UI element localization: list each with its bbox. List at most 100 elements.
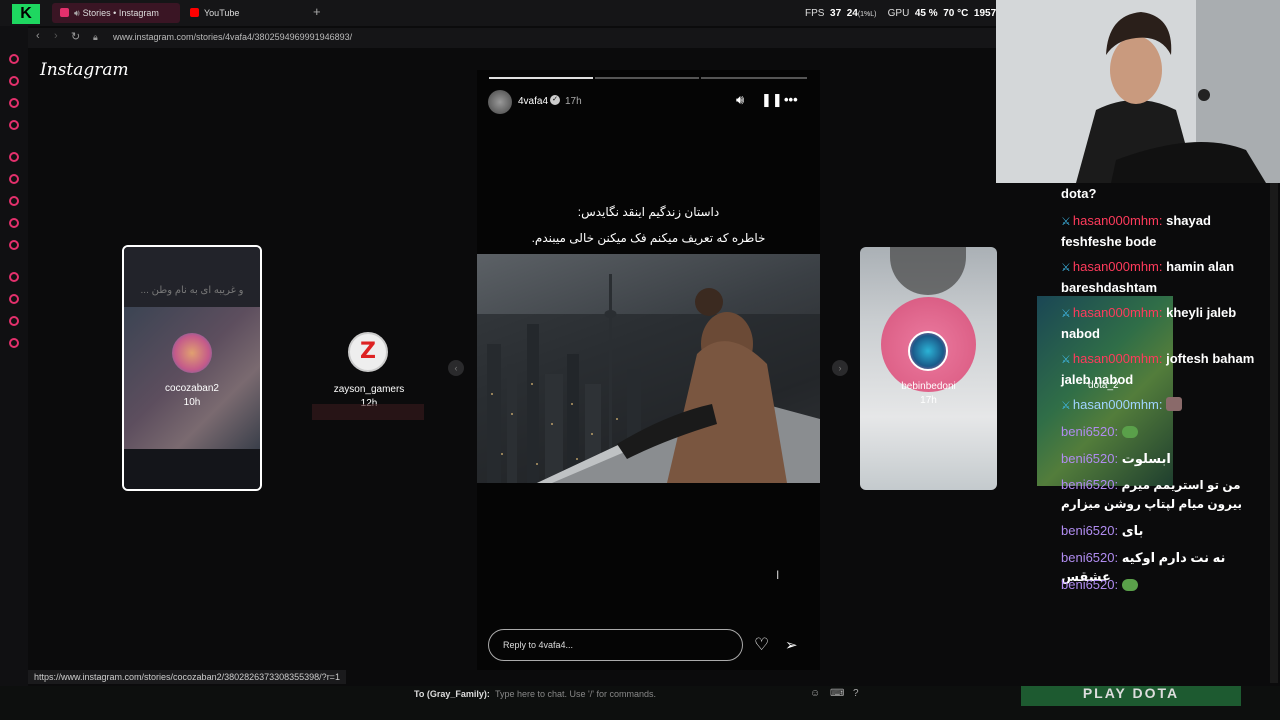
story-card-header xyxy=(124,247,260,307)
sword-icon: ⚔ xyxy=(1061,400,1071,412)
story-caption-line: داستان زندگیم اینقد نگایدس: xyxy=(577,205,720,219)
emoji-icon[interactable]: ☺ xyxy=(810,688,820,699)
forward-icon[interactable]: › xyxy=(54,30,58,42)
story-time: 10h xyxy=(183,397,201,408)
game-chat-input[interactable]: Type here to chat. Use '/' for commands. xyxy=(495,689,656,699)
story-username: cocozaban2 xyxy=(165,383,219,394)
story-caption-line: خاطره که تعریف میکنم فک میکنن خالی میبند… xyxy=(531,231,766,245)
speaker-icon: 🔊︎ xyxy=(74,8,80,18)
chat-message-text: dota? xyxy=(1061,186,1097,201)
tab-label: YouTube xyxy=(204,8,240,18)
avatar xyxy=(908,331,948,371)
browser-tab-bar: K 🔊︎ Stories • Instagram YouTube + FPS 37… xyxy=(0,0,1000,26)
gpu-label: GPU xyxy=(887,8,910,19)
chat-message: ⚔ hasan000mhm: shayad feshfeshe bode xyxy=(1061,211,1266,251)
spotify-icon[interactable] xyxy=(9,272,19,282)
tab-label: Stories • Instagram xyxy=(82,8,159,18)
game-chat-target: To (Gray_Family): xyxy=(414,689,490,699)
chat-username[interactable]: hasan000mhm: xyxy=(1073,351,1163,366)
emote-icon xyxy=(1121,579,1138,591)
story-caption-bar xyxy=(312,404,424,420)
story-time: 17h xyxy=(920,395,937,406)
chat-message: ⚔ hasan000mhm: joftesh baham jaleb nabod xyxy=(1061,349,1266,389)
instagram-icon[interactable] xyxy=(9,218,19,228)
chat-message: ⚔ hasan000mhm: kheyli jaleb nabod xyxy=(1061,303,1266,343)
fps-value: 37 xyxy=(830,8,842,19)
reload-icon[interactable]: ↻ xyxy=(71,30,80,43)
chat-message-text: ابسلوت xyxy=(1121,451,1171,466)
sword-icon: ⚔ xyxy=(1061,354,1071,366)
youtube-icon xyxy=(190,8,199,17)
gpu-usage: 45 % xyxy=(914,8,938,19)
story-username: bebinbedoni xyxy=(901,381,956,392)
story-progress-segment xyxy=(701,77,807,79)
webcam-feed xyxy=(996,0,1280,183)
verified-badge-icon: ✓ xyxy=(550,95,560,105)
sidebar-icon[interactable] xyxy=(9,120,19,130)
url-field[interactable]: www.instagram.com/stories/4vafa4/3802594… xyxy=(113,32,352,42)
gpu-clock: 1957 xyxy=(973,8,997,19)
history-icon[interactable] xyxy=(9,294,19,304)
sword-icon: ⚔ xyxy=(1061,216,1071,228)
sidebar-icon[interactable] xyxy=(9,76,19,86)
whatsapp-icon[interactable] xyxy=(9,174,19,184)
chat-username[interactable]: beni6520: xyxy=(1061,577,1118,592)
chat-username[interactable]: hasan000mhm: xyxy=(1073,259,1163,274)
avatar xyxy=(172,333,212,373)
heart-icon[interactable]: ♡ xyxy=(754,635,769,655)
play-dota-button[interactable]: PLAY DOTA xyxy=(1021,686,1241,706)
story-progress-segment xyxy=(595,77,699,79)
discord-icon[interactable] xyxy=(9,240,19,250)
instagram-logo[interactable]: Instagram xyxy=(40,60,129,80)
story-username: zayson_gamers xyxy=(333,384,405,395)
instagram-icon xyxy=(60,8,69,17)
chat-message: ⚔ hasan000mhm: hamin alan bareshdashtam xyxy=(1061,257,1266,297)
avatar: Z xyxy=(348,332,388,372)
sword-icon: ⚔ xyxy=(1061,308,1071,320)
more-icon[interactable]: ••• xyxy=(784,92,798,107)
chat-username[interactable]: hasan000mhm: xyxy=(1073,305,1163,320)
status-url: https://www.instagram.com/stories/cocoza… xyxy=(28,670,346,684)
chat-message: beni6520: من تو استریمم میرم بیرون میام … xyxy=(1061,475,1266,514)
telegram-icon[interactable] xyxy=(9,196,19,206)
tab-instagram[interactable]: 🔊︎ Stories • Instagram xyxy=(52,3,180,23)
reply-input[interactable]: Reply to 4vafa4... xyxy=(488,629,743,661)
chat-username[interactable]: hasan000mhm: xyxy=(1073,213,1163,228)
emote-icon xyxy=(1121,426,1138,438)
story-preview-image xyxy=(890,247,966,295)
story-card-bebinbedoni[interactable]: bebinbedoni 17h xyxy=(860,247,997,490)
settings-icon[interactable] xyxy=(9,338,19,348)
chat-message-text: بای xyxy=(1121,523,1144,538)
tab-youtube[interactable]: YouTube xyxy=(182,3,302,23)
next-story-button[interactable]: › xyxy=(832,360,848,376)
chat-username[interactable]: beni6520: xyxy=(1061,477,1118,492)
keyboard-icon[interactable]: ⌨ xyxy=(830,688,844,699)
story-card-cocozaban2[interactable]: و غریبه ای به نام وطن ... cocozaban2 10h xyxy=(122,245,262,491)
previous-story-button[interactable]: ‹ xyxy=(448,360,464,376)
back-icon[interactable]: ‹ xyxy=(36,30,40,42)
chat-username[interactable]: hasan000mhm: xyxy=(1073,397,1163,412)
fps-low: 24 xyxy=(846,8,858,19)
chat-username[interactable]: beni6520: xyxy=(1061,550,1118,565)
twitch-icon[interactable] xyxy=(9,152,19,162)
story-progress-segment xyxy=(489,77,593,79)
sidebar-icon[interactable] xyxy=(9,316,19,326)
story-card-zayson_gamers[interactable]: Z zayson_gamers 12h xyxy=(300,300,438,430)
chat-username[interactable]: beni6520: xyxy=(1061,523,1118,538)
help-icon[interactable]: ? xyxy=(853,688,859,699)
active-story[interactable]: 4vafa4 ✓ 17h 🔊︎ ❚❚ ••• داستان زندگیم این… xyxy=(477,70,820,670)
sidebar-icon[interactable] xyxy=(9,98,19,108)
new-tab-button[interactable]: + xyxy=(313,4,321,19)
chat-message: ⚔ hasan000mhm: xyxy=(1061,395,1266,416)
chat-message: beni6520: بای xyxy=(1061,521,1266,540)
story-username[interactable]: 4vafa4 xyxy=(518,96,548,107)
speaker-icon[interactable]: 🔊︎ xyxy=(736,92,744,108)
performance-overlay: FPS 37 24(1%L) GPU 45 % 70 °C 1957 xyxy=(805,8,996,19)
sidebar-icon[interactable] xyxy=(9,54,19,64)
chat-scrollbar[interactable] xyxy=(1270,183,1278,683)
pause-icon[interactable]: ❚❚ xyxy=(761,92,783,108)
avatar[interactable] xyxy=(488,90,512,114)
chat-username[interactable]: beni6520: xyxy=(1061,451,1118,466)
send-icon[interactable]: ➢ xyxy=(785,636,798,654)
chat-username[interactable]: beni6520: xyxy=(1061,424,1118,439)
